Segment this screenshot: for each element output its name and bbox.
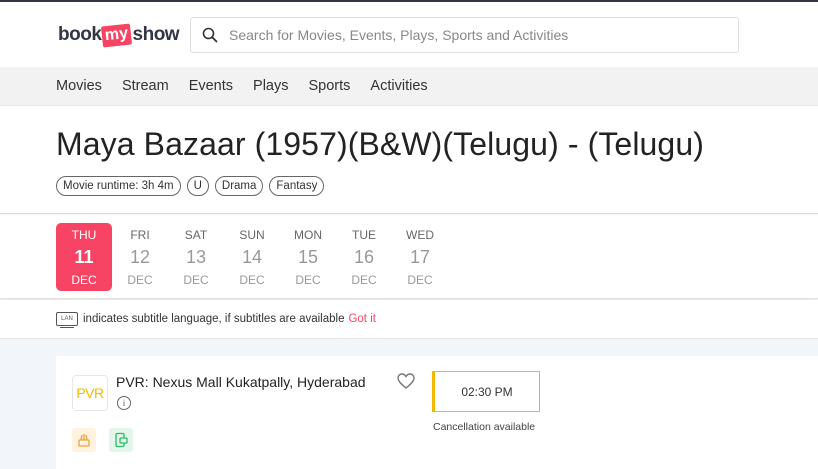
date-option-thu-11[interactable]: THU 11 DEC (56, 223, 112, 291)
subtitle-info-bar: LAN indicates subtitle language, if subt… (0, 300, 818, 339)
date-day: THU (71, 228, 97, 242)
date-option-tue-16[interactable]: TUE 16 DEC (336, 223, 392, 291)
date-number: 16 (353, 247, 375, 267)
nav-stream[interactable]: Stream (122, 78, 169, 94)
bookmyshow-logo[interactable]: book my show (58, 22, 180, 48)
date-number: 13 (185, 247, 207, 267)
date-month: DEC (239, 273, 265, 287)
nav-events[interactable]: Events (189, 78, 233, 94)
cancellation-text: Cancellation available (433, 421, 536, 433)
date-month: DEC (295, 273, 321, 287)
date-month: DEC (71, 273, 97, 287)
search-input[interactable] (229, 27, 709, 43)
date-option-sun-14[interactable]: SUN 14 DEC (224, 223, 280, 291)
date-selector: THU 11 DEC FRI 12 DEC SAT 13 DEC SUN 14 … (0, 215, 818, 299)
date-number: 15 (297, 247, 319, 267)
logo-text-show: show (132, 24, 180, 45)
genre-tag: Fantasy (269, 176, 325, 196)
subtitle-info-text: indicates subtitle language, if subtitle… (83, 313, 345, 325)
date-month: DEC (407, 273, 433, 287)
nav-movies[interactable]: Movies (56, 78, 102, 94)
movie-header: Maya Bazaar (1957)(B&W)(Telugu) - (Telug… (0, 106, 818, 214)
pvr-logo: PVR (72, 375, 108, 411)
nav-activities[interactable]: Activities (370, 78, 427, 94)
date-day: SAT (184, 228, 208, 242)
genre-tag: Drama (214, 176, 264, 196)
cinema-card: PVR PVR: Nexus Mall Kukatpally, Hyderaba… (56, 356, 818, 469)
date-option-sat-13[interactable]: SAT 13 DEC (168, 223, 224, 291)
movie-title: Maya Bazaar (1957)(B&W)(Telugu) - (Telug… (56, 126, 704, 162)
date-month: DEC (351, 273, 377, 287)
date-number: 12 (129, 247, 151, 267)
mticket-icon (109, 428, 133, 452)
nav-sports[interactable]: Sports (309, 78, 351, 94)
logo-text-my: my (101, 23, 133, 47)
date-option-mon-15[interactable]: MON 15 DEC (280, 223, 336, 291)
main-nav: Movies Stream Events Plays Sports Activi… (0, 67, 818, 106)
date-day: TUE (352, 228, 376, 242)
got-it-link[interactable]: Got it (348, 313, 375, 325)
movie-tags: Movie runtime: 3h 4m U Drama Fantasy (56, 176, 330, 196)
header: book my show (0, 2, 818, 67)
favorite-heart-icon[interactable] (397, 373, 415, 394)
date-day: WED (406, 228, 434, 242)
date-day: MON (294, 228, 322, 242)
search-bar[interactable] (190, 17, 739, 53)
certificate-tag: U (186, 176, 209, 196)
date-number: 17 (409, 247, 431, 267)
date-option-fri-12[interactable]: FRI 12 DEC (112, 223, 168, 291)
date-month: DEC (127, 273, 153, 287)
logo-text-book: book (58, 24, 102, 45)
showtime-button[interactable]: 02:30 PM (432, 371, 540, 412)
subtitle-language-icon: LAN (56, 312, 78, 328)
date-day: FRI (130, 228, 150, 242)
food-beverage-icon (72, 428, 96, 452)
date-number: 11 (74, 247, 94, 267)
search-icon (191, 27, 229, 43)
date-number: 14 (241, 247, 263, 267)
date-day: SUN (239, 228, 265, 242)
cinema-name[interactable]: PVR: Nexus Mall Kukatpally, Hyderabad (116, 374, 366, 390)
runtime-tag: Movie runtime: 3h 4m (56, 176, 181, 196)
date-option-wed-17[interactable]: WED 17 DEC (392, 223, 448, 291)
date-month: DEC (183, 273, 209, 287)
info-icon[interactable]: i (117, 396, 131, 410)
nav-plays[interactable]: Plays (253, 78, 288, 94)
